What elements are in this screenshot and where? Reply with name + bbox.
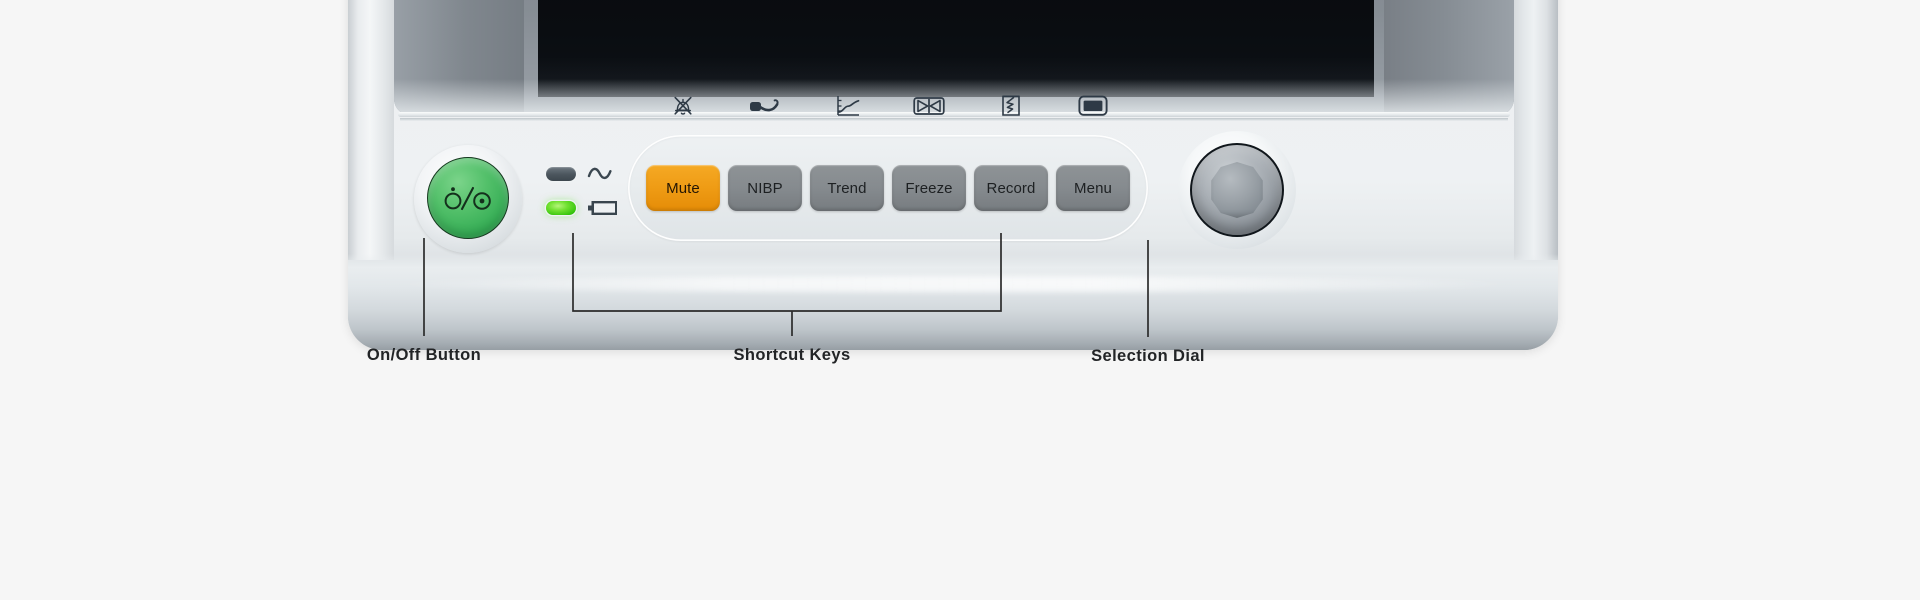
battery-indicator-row [546, 191, 638, 225]
shortcut-key-nibp[interactable]: NIBP [728, 165, 802, 211]
alarm-silenced-bell-icon [646, 93, 720, 119]
shortcut-icon-row [628, 89, 1148, 123]
chassis-left-edge [348, 0, 394, 260]
patient-monitor-device: Mute NIBP Trend Freeze Record Menu [348, 0, 1558, 350]
selection-dial-recess [1178, 131, 1296, 249]
shortcut-key-trend[interactable]: Trend [810, 165, 884, 211]
callout-label-on-off-button: On/Off Button [366, 346, 482, 364]
ac-mains-icon [587, 166, 617, 182]
ac-power-led [546, 167, 576, 181]
chassis-bottom-lip [348, 254, 1558, 350]
shortcut-key-freeze[interactable]: Freeze [892, 165, 966, 211]
blood-pressure-cuff-icon [728, 94, 802, 118]
recorder-strip-icon [974, 93, 1048, 119]
shortcut-key-record[interactable]: Record [974, 165, 1048, 211]
menu-screen-icon [1056, 94, 1130, 118]
power-on-off-symbol-icon [440, 185, 496, 211]
shortcut-key-mute[interactable]: Mute [646, 165, 720, 211]
on-off-button[interactable] [427, 157, 509, 239]
battery-icon [587, 199, 619, 217]
chassis-right-edge [1514, 0, 1558, 260]
screenshot-canvas: Mute NIBP Trend Freeze Record Menu On/Of… [0, 0, 1920, 600]
control-panel: Mute NIBP Trend Freeze Record Menu [396, 95, 1512, 253]
ac-power-indicator-row [546, 157, 638, 191]
freeze-waveform-icon [892, 95, 966, 117]
selection-dial[interactable] [1190, 143, 1284, 237]
shortcut-keys-group: Mute NIBP Trend Freeze Record Menu [628, 135, 1148, 241]
battery-led [546, 201, 576, 215]
callout-label-selection-dial: Selection Dial [1091, 347, 1205, 365]
trend-graph-icon [810, 93, 884, 119]
chassis-bottom-highlight [382, 276, 1528, 292]
power-button-recess [414, 145, 522, 253]
callout-label-shortcut-keys: Shortcut Keys [733, 346, 851, 364]
selection-dial-grip[interactable] [1211, 162, 1263, 218]
status-indicator-group [546, 157, 638, 235]
shortcut-key-menu[interactable]: Menu [1056, 165, 1130, 211]
